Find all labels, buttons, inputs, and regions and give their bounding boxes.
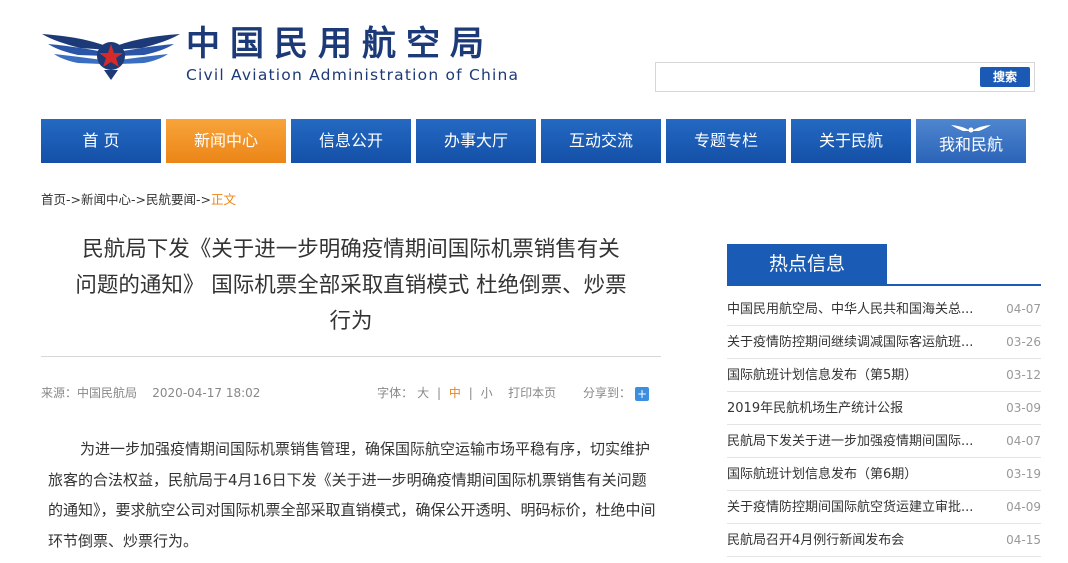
article-source: 来源：中国民航局 <box>41 386 138 400</box>
breadcrumb: 首页->新闻中心->民航要闻->正文 <box>41 192 236 208</box>
nav-item-info-disclosure[interactable]: 信息公开 <box>291 119 411 163</box>
article-title-line: 民航局下发《关于进一步明确疫情期间国际机票销售有关 <box>82 237 620 262</box>
breadcrumb-separator: -> <box>66 192 81 207</box>
list-item[interactable]: 国际航班计划信息发布（第6期） 03-19 <box>727 458 1041 491</box>
breadcrumb-aviation-news[interactable]: 民航要闻 <box>146 192 196 207</box>
main-nav: 首 页 新闻中心 信息公开 办事大厅 互动交流 专题专栏 关于民航 我和民航 <box>41 119 1031 163</box>
article-source-date: 来源：中国民航局 2020-04-17 18:02 <box>41 384 260 402</box>
article-title-line: 行为 <box>329 309 373 334</box>
share-label: 分享到： <box>582 386 631 400</box>
hot-item-date: 03-12 <box>1006 368 1041 382</box>
nav-item-me-and-aviation[interactable]: 我和民航 <box>916 119 1026 163</box>
nav-item-me-and-aviation-label: 我和民航 <box>938 135 1003 154</box>
article-title-line: 问题的通知》 国际机票全部采取直销模式 杜绝倒票、炒票 <box>75 273 627 298</box>
hot-item-date: 04-07 <box>1006 434 1041 448</box>
breadcrumb-news[interactable]: 新闻中心 <box>81 192 131 207</box>
nav-item-news[interactable]: 新闻中心 <box>166 119 286 163</box>
hot-item-title[interactable]: 关于疫情防控期间国际航空货运建立审批... <box>727 491 992 524</box>
hot-info-list: 中国民用航空局、中华人民共和国海关总... 04-07 关于疫情防控期间继续调减国… <box>727 293 1041 557</box>
list-item[interactable]: 关于疫情防控期间国际航空货运建立审批... 04-09 <box>727 491 1041 524</box>
site-title-en: Civil Aviation Administration of China <box>186 66 520 84</box>
hot-item-date: 03-26 <box>1006 335 1041 349</box>
hot-item-date: 03-19 <box>1006 467 1041 481</box>
hot-item-title[interactable]: 民航局召开4月例行新闻发布会 <box>727 524 992 557</box>
list-item[interactable]: 国际航班计划信息发布（第5期） 03-12 <box>727 359 1041 392</box>
hot-item-title[interactable]: 2019年民航机场生产统计公报 <box>727 392 992 425</box>
list-item[interactable]: 民航局下发关于进一步加强疫情期间国际... 04-07 <box>727 425 1041 458</box>
breadcrumb-home[interactable]: 首页 <box>41 192 66 207</box>
breadcrumb-separator: -> <box>196 192 211 207</box>
article-date: 2020-04-17 18:02 <box>152 386 261 400</box>
list-item[interactable]: 2019年民航机场生产统计公报 03-09 <box>727 392 1041 425</box>
font-size-large[interactable]: 大 <box>417 386 429 400</box>
hot-info-title: 热点信息 <box>727 244 887 284</box>
breadcrumb-separator: -> <box>131 192 146 207</box>
article-body: 为进一步加强疫情期间国际机票销售管理，确保国际航空运输市场平稳有序，切实维护旅客… <box>48 440 656 550</box>
wings-icon <box>951 125 991 133</box>
nav-item-special-topics[interactable]: 专题专栏 <box>666 119 786 163</box>
tool-separator: | <box>468 386 473 400</box>
breadcrumb-current: 正文 <box>211 192 237 207</box>
list-item[interactable]: 关于疫情防控期间继续调减国际客运航班... 03-26 <box>727 326 1041 359</box>
list-item[interactable]: 民航局召开4月例行新闻发布会 04-15 <box>727 524 1041 557</box>
search-box: 搜索 <box>655 62 1035 92</box>
hot-item-date: 03-09 <box>1006 401 1041 415</box>
font-size-label: 字体： <box>377 386 414 400</box>
hot-item-title[interactable]: 国际航班计划信息发布（第5期） <box>727 359 992 392</box>
search-button[interactable]: 搜索 <box>980 67 1030 87</box>
title-divider <box>41 356 661 357</box>
nav-item-home[interactable]: 首 页 <box>41 119 161 163</box>
font-size-medium[interactable]: 中 <box>449 386 461 400</box>
article-tools: 字体：大 | 中 | 小 打印本页 分享到： + <box>375 384 651 402</box>
site-header: 中国民用航空局 Civil Aviation Administration of… <box>0 0 1068 118</box>
hot-item-date: 04-15 <box>1006 533 1041 547</box>
article-meta: 来源：中国民航局 2020-04-17 18:02 字体：大 | 中 | 小 打… <box>41 384 661 402</box>
hot-item-title[interactable]: 民航局下发关于进一步加强疫情期间国际... <box>727 425 992 458</box>
font-size-small[interactable]: 小 <box>481 386 493 400</box>
tool-separator: | <box>437 386 442 400</box>
nav-item-about[interactable]: 关于民航 <box>791 119 911 163</box>
hot-item-date: 04-09 <box>1006 500 1041 514</box>
list-item[interactable]: 中国民用航空局、中华人民共和国海关总... 04-07 <box>727 293 1041 326</box>
nav-item-interaction[interactable]: 互动交流 <box>541 119 661 163</box>
print-page-link[interactable]: 打印本页 <box>508 386 556 400</box>
caac-emblem-icon[interactable] <box>40 22 182 82</box>
hot-item-title[interactable]: 中国民用航空局、中华人民共和国海关总... <box>727 293 992 326</box>
share-plus-icon[interactable]: + <box>635 386 649 401</box>
search-input[interactable] <box>660 67 964 89</box>
hot-item-date: 04-07 <box>1006 302 1041 316</box>
hot-item-title[interactable]: 关于疫情防控期间继续调减国际客运航班... <box>727 326 992 359</box>
article-title: 民航局下发《关于进一步明确疫情期间国际机票销售有关 问题的通知》 国际机票全部采… <box>41 232 661 340</box>
nav-item-service-hall[interactable]: 办事大厅 <box>416 119 536 163</box>
site-title-cn: 中国民用航空局 <box>186 24 494 64</box>
hot-item-title[interactable]: 国际航班计划信息发布（第6期） <box>727 458 992 491</box>
hot-info-rule <box>727 284 1041 286</box>
